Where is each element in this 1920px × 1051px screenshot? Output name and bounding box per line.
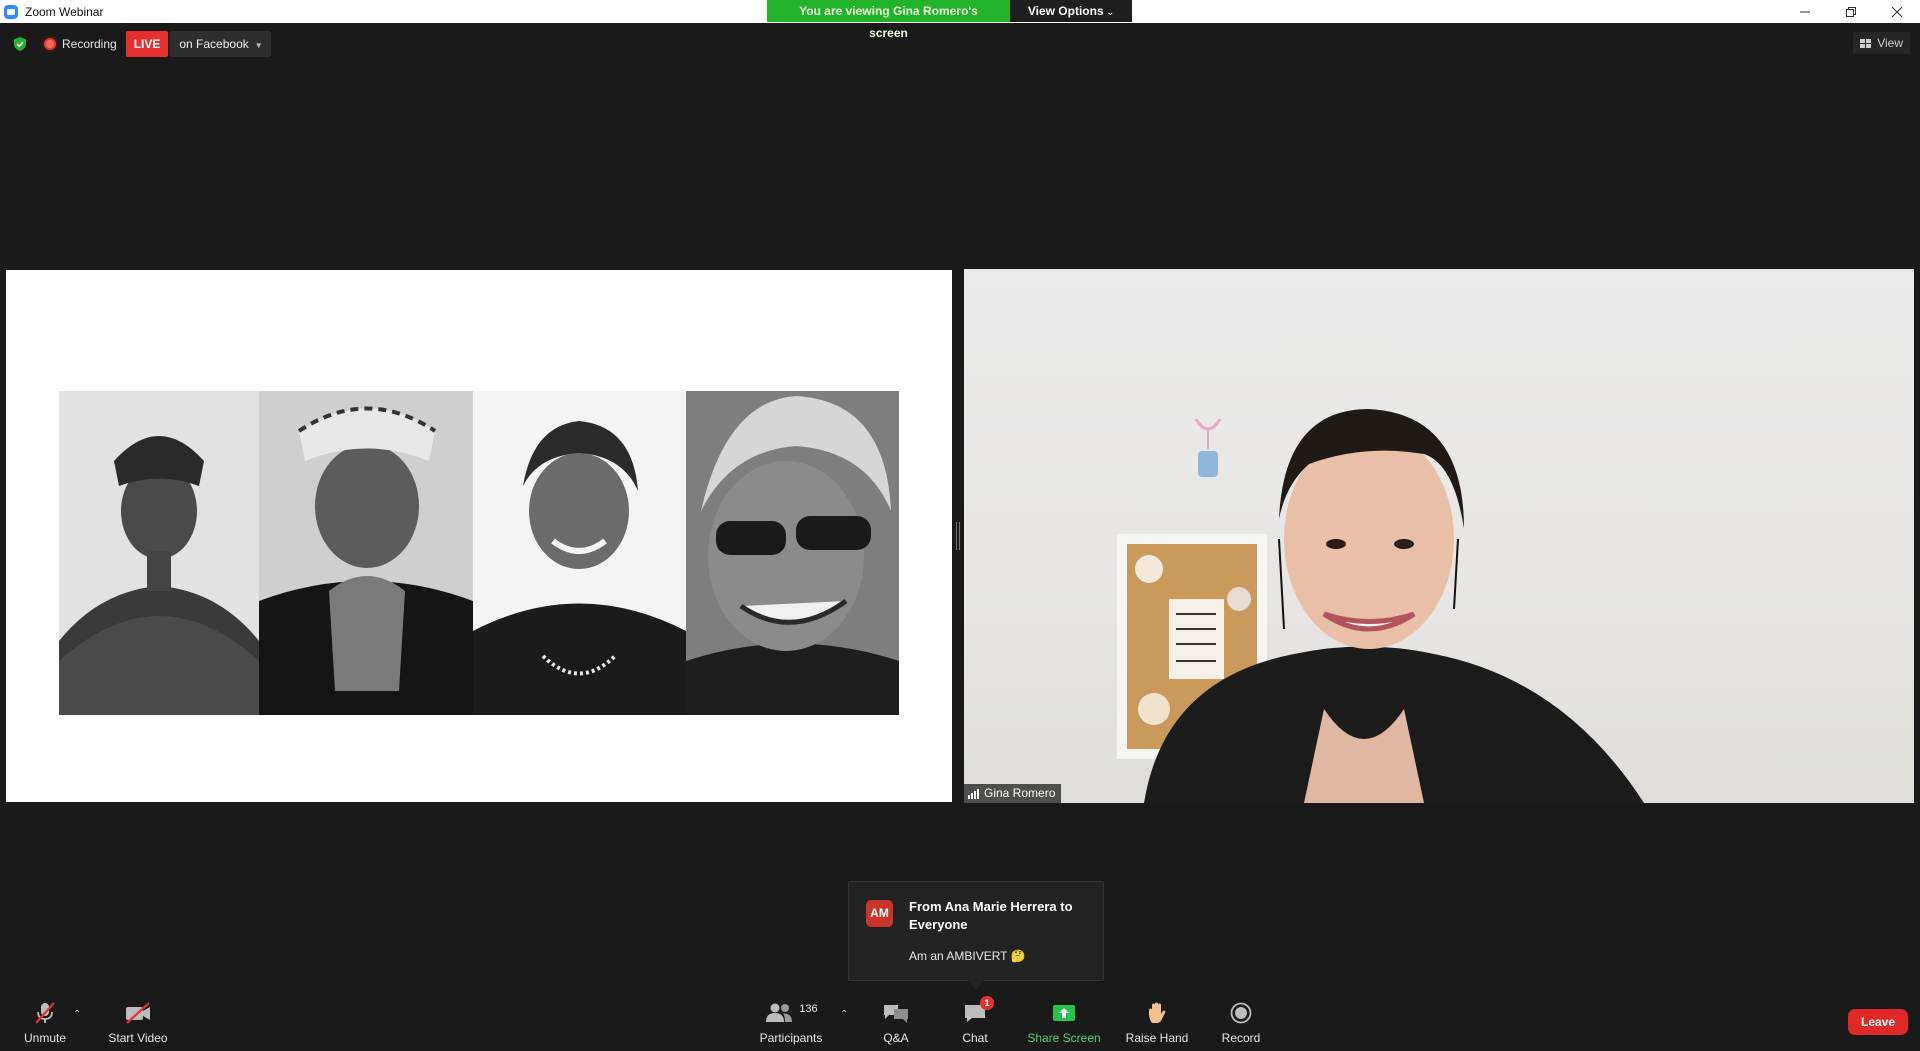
video-off-camera-icon — [123, 1001, 153, 1025]
qa-button[interactable]: Q&A — [879, 1001, 913, 1045]
portrait-photo-2 — [259, 391, 473, 715]
chat-message-text: Am an AMBIVERT 🤔 — [909, 949, 1026, 963]
share-screen-button[interactable]: Share Screen — [1027, 1001, 1101, 1045]
record-button[interactable]: Record — [1222, 1001, 1260, 1045]
portrait-photo-1-image — [59, 391, 259, 715]
muted-microphone-icon — [32, 1001, 58, 1025]
portrait-photo-4 — [686, 391, 899, 715]
chat-unread-badge: 1 — [980, 996, 994, 1010]
unmute-button[interactable]: Unmute — [20, 1001, 70, 1045]
portrait-photo-3 — [473, 391, 686, 715]
participants-options-caret-icon[interactable]: ⌃ — [840, 1009, 848, 1020]
title-bar: Zoom Webinar You are viewing Gina Romero… — [0, 0, 1920, 40]
share-screen-arrow-icon — [1052, 1001, 1076, 1025]
audio-options-caret-icon[interactable]: ⌃ — [73, 1009, 81, 1020]
view-label: View — [1877, 36, 1903, 50]
participants-count: 136 — [799, 1003, 818, 1015]
unmute-label: Unmute — [23, 1031, 67, 1045]
chat-label: Chat — [962, 1031, 988, 1045]
recording-dot-icon — [44, 38, 56, 50]
portrait-photo-4-image — [686, 391, 899, 715]
participants-icon — [766, 1003, 793, 1022]
live-stream-target-dropdown[interactable]: on Facebook ▼ — [170, 31, 271, 57]
zoom-webinar-window: Zoom Webinar You are viewing Gina Romero… — [0, 0, 1920, 1051]
participant-video-frame — [1117, 409, 1644, 803]
record-circle-icon — [1230, 1001, 1252, 1025]
minimize-button[interactable] — [1782, 0, 1828, 23]
close-icon — [1892, 6, 1902, 17]
chat-sender-line: From Ana Marie Herrera to Everyone — [909, 899, 1073, 932]
window-title: Zoom Webinar — [25, 4, 104, 19]
meeting-toolbar: Unmute ⌃ Start Video 136 Participants ⌃ … — [0, 991, 1920, 1051]
participant-video-tile[interactable]: Gina Romero — [964, 269, 1914, 803]
window-controls — [1782, 0, 1920, 23]
chat-button[interactable]: 1 Chat — [960, 996, 994, 1045]
participant-name: Gina Romero — [984, 786, 1056, 800]
zoom-logo-icon — [4, 4, 18, 19]
raise-hand-label: Raise Hand — [1125, 1031, 1189, 1045]
restore-button[interactable] — [1828, 0, 1874, 23]
qa-label: Q&A — [883, 1031, 909, 1045]
view-layout-button[interactable]: View — [1853, 32, 1910, 54]
meeting-status-row: Recording LIVE on Facebook ▼ — [0, 30, 271, 58]
sender-avatar: AM — [866, 900, 893, 927]
portrait-photo-2-image — [259, 391, 473, 715]
grid-view-icon — [1860, 38, 1872, 48]
raise-hand-button[interactable]: Raise Hand — [1126, 1001, 1188, 1045]
shared-screen[interactable] — [6, 270, 952, 802]
start-video-button[interactable]: Start Video — [107, 1001, 169, 1045]
caret-down-icon: ▼ — [254, 41, 263, 50]
live-badge[interactable]: LIVE — [125, 31, 169, 57]
portrait-photo-strip — [59, 391, 899, 715]
chat-notification-popup[interactable]: AM From Ana Marie Herrera to Everyone Am… — [848, 881, 1104, 981]
leave-button[interactable]: Leave — [1848, 1009, 1908, 1035]
participants-label: Participants — [759, 1031, 823, 1045]
participant-name-tag: Gina Romero — [964, 784, 1062, 803]
raise-hand-icon — [1146, 1001, 1168, 1025]
chevron-down-icon: ⌄ — [1106, 7, 1115, 17]
portrait-photo-3-image — [473, 391, 686, 715]
stream-target-label: on Facebook — [179, 37, 249, 51]
viewing-screen-banner: You are viewing Gina Romero's screen — [767, 0, 1010, 40]
qa-bubbles-icon — [882, 1001, 910, 1025]
restore-icon — [1846, 6, 1856, 17]
portrait-photo-1 — [59, 391, 259, 715]
encryption-shield-icon[interactable] — [12, 36, 28, 52]
viewing-banner-group: You are viewing Gina Romero's screen Vie… — [767, 0, 1132, 40]
view-options-button[interactable]: View Options ⌄ — [1010, 0, 1132, 22]
connection-signal-icon — [968, 788, 979, 799]
minimize-icon — [1800, 11, 1810, 12]
split-view-resize-handle[interactable] — [956, 522, 960, 550]
participants-icon-group: 136 — [764, 1001, 818, 1025]
record-label: Record — [1221, 1031, 1261, 1045]
start-video-label: Start Video — [108, 1031, 168, 1045]
close-button[interactable] — [1874, 0, 1920, 23]
view-options-label: View Options — [1027, 4, 1104, 18]
share-screen-label: Share Screen — [1027, 1031, 1101, 1045]
recording-label[interactable]: Recording — [62, 37, 117, 51]
chat-bubble-icon: 1 — [963, 996, 994, 1025]
participants-button[interactable]: 136 Participants — [757, 1001, 825, 1045]
